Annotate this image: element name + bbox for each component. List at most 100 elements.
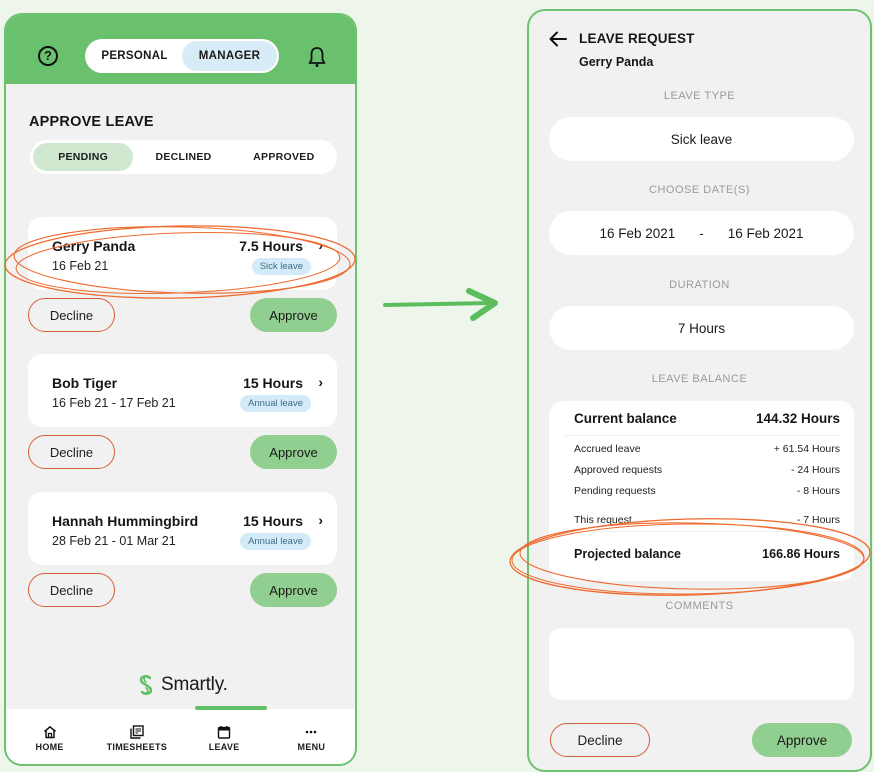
comments-label: COMMENTS (665, 600, 734, 612)
brand-name: Smartly. (161, 674, 228, 695)
status-tabs: PENDING DECLINED APPROVED (30, 140, 337, 174)
leave-type-field[interactable]: Sick leave (549, 117, 854, 161)
balance-line-value: + 61.54 Hours (773, 443, 840, 455)
nav-label: TIMESHEETS (106, 742, 168, 752)
leave-dates: 28 Feb 21 - 01 Mar 21 (52, 534, 176, 548)
leave-request-item: Hannah Hummingbird 28 Feb 21 - 01 Mar 21… (28, 492, 337, 607)
decline-button[interactable]: Decline (550, 723, 650, 757)
decline-button[interactable]: Decline (28, 573, 115, 607)
leave-type-badge: Annual leave (240, 533, 311, 550)
employee-name: Bob Tiger (52, 375, 118, 391)
leave-hours: 7.5 Hours (239, 238, 303, 254)
leave-request-card[interactable]: Gerry Panda 16 Feb 21 7.5 Hours › Sick l… (28, 217, 337, 290)
decline-button[interactable]: Decline (28, 435, 115, 469)
employee-name: Gerry Panda (579, 55, 654, 69)
approve-button[interactable]: Approve (250, 298, 337, 332)
duration-value: 7 Hours (677, 320, 726, 336)
leave-dates: 16 Feb 21 (52, 259, 109, 273)
date-range-field: 16 Feb 2021 - 16 Feb 2021 (549, 211, 854, 255)
leave-request-card[interactable]: Bob Tiger 16 Feb 21 - 17 Feb 21 15 Hours… (28, 354, 337, 427)
approve-button[interactable]: Approve (752, 723, 852, 757)
leave-type-badge: Annual leave (240, 395, 311, 412)
leave-hours: 15 Hours (243, 375, 303, 391)
calendar-icon (217, 726, 231, 739)
balance-line-value: - 24 Hours (790, 464, 840, 476)
projected-balance-value: 166.86 Hours (762, 547, 840, 561)
nav-menu[interactable]: MENU (268, 709, 355, 764)
date-from[interactable]: 16 Feb 2021 (599, 226, 675, 241)
bell-icon[interactable] (307, 46, 327, 68)
chevron-right-icon: › (318, 374, 323, 390)
leave-request-item: Bob Tiger 16 Feb 21 - 17 Feb 21 15 Hours… (28, 354, 337, 469)
leave-hours: 15 Hours (243, 513, 303, 529)
balance-line-value: - 7 Hours (796, 514, 840, 526)
balance-line-label: Pending requests (574, 485, 656, 497)
duration-field[interactable]: 7 Hours (549, 306, 854, 350)
leave-dates: 16 Feb 21 - 17 Feb 21 (52, 396, 176, 410)
current-balance-label: Current balance (574, 411, 677, 426)
approve-button[interactable]: Approve (250, 573, 337, 607)
role-toggle: PERSONAL MANAGER (85, 39, 279, 73)
balance-line: Pending requests - 8 Hours (574, 485, 840, 497)
choose-dates-label: CHOOSE DATE(S) (649, 184, 750, 196)
active-tab-indicator (195, 706, 267, 710)
help-circle-icon[interactable]: ? (38, 46, 58, 66)
flow-arrow-icon (383, 288, 498, 321)
leave-balance-card: Current balance 144.32 Hours Accrued lea… (549, 401, 854, 581)
leave-request-screen: LEAVE REQUEST Gerry Panda LEAVE TYPE Sic… (527, 9, 872, 772)
divider (563, 531, 840, 532)
timesheets-icon (130, 725, 144, 739)
employee-name: Gerry Panda (52, 238, 136, 254)
employee-name: Hannah Hummingbird (52, 513, 199, 529)
leave-type-badge: Sick leave (251, 258, 311, 275)
leave-type-label: LEAVE TYPE (663, 90, 736, 102)
date-to[interactable]: 16 Feb 2021 (728, 226, 804, 241)
tab-approved[interactable]: APPROVED (234, 143, 334, 171)
request-actions: Decline Approve (28, 435, 337, 469)
leave-type-value: Sick leave (670, 131, 733, 147)
request-actions: Decline Approve (28, 573, 337, 607)
balance-line: Approved requests - 24 Hours (574, 464, 840, 476)
balance-line-label: This request (574, 514, 632, 526)
back-arrow-icon[interactable] (549, 31, 567, 47)
approve-button[interactable]: Approve (250, 435, 337, 469)
chevron-right-icon: › (318, 237, 323, 253)
comments-input[interactable] (549, 628, 854, 700)
nav-label: HOME (35, 742, 64, 752)
current-balance-value: 144.32 Hours (755, 411, 840, 426)
manager-leave-screen: ? PERSONAL MANAGER APPROVE LEAVE PENDING… (4, 13, 357, 766)
balance-line: This request - 7 Hours (574, 514, 840, 526)
leave-request-item: Gerry Panda 16 Feb 21 7.5 Hours › Sick l… (28, 217, 337, 332)
nav-label: LEAVE (208, 742, 240, 752)
role-personal-tab[interactable]: PERSONAL (87, 41, 182, 71)
balance-line-label: Approved requests (574, 464, 663, 476)
chevron-right-icon: › (318, 512, 323, 528)
page-title: APPROVE LEAVE (29, 114, 154, 130)
date-separator: - (699, 225, 704, 241)
home-icon (43, 726, 56, 739)
smartly-logo-icon (139, 675, 153, 695)
tab-declined[interactable]: DECLINED (133, 143, 233, 171)
nav-leave[interactable]: LEAVE (181, 709, 268, 764)
nav-label: MENU (297, 742, 326, 752)
divider (563, 435, 840, 436)
balance-line: Accrued leave + 61.54 Hours (574, 443, 840, 455)
top-bar: ? PERSONAL MANAGER (6, 15, 355, 84)
projected-balance-label: Projected balance (574, 547, 681, 561)
projected-balance-row: Projected balance 166.86 Hours (574, 547, 840, 561)
role-manager-tab[interactable]: MANAGER (182, 41, 277, 71)
leave-request-card[interactable]: Hannah Hummingbird 28 Feb 21 - 01 Mar 21… (28, 492, 337, 565)
balance-line-label: Accrued leave (574, 443, 641, 455)
page-title: LEAVE REQUEST (579, 31, 695, 46)
bottom-nav: HOME TIMESHEETS LEAVE MENU (6, 706, 355, 764)
tab-pending[interactable]: PENDING (33, 143, 134, 171)
nav-timesheets[interactable]: TIMESHEETS (93, 709, 180, 764)
request-actions: Decline Approve (28, 298, 337, 332)
nav-home[interactable]: HOME (6, 709, 93, 764)
duration-label: DURATION (669, 279, 730, 291)
decline-button[interactable]: Decline (28, 298, 115, 332)
brand-logo: Smartly. (137, 674, 228, 696)
balance-line-value: - 8 Hours (796, 485, 840, 497)
leave-balance-label: LEAVE BALANCE (651, 373, 748, 385)
current-balance-row: Current balance 144.32 Hours (574, 411, 840, 426)
